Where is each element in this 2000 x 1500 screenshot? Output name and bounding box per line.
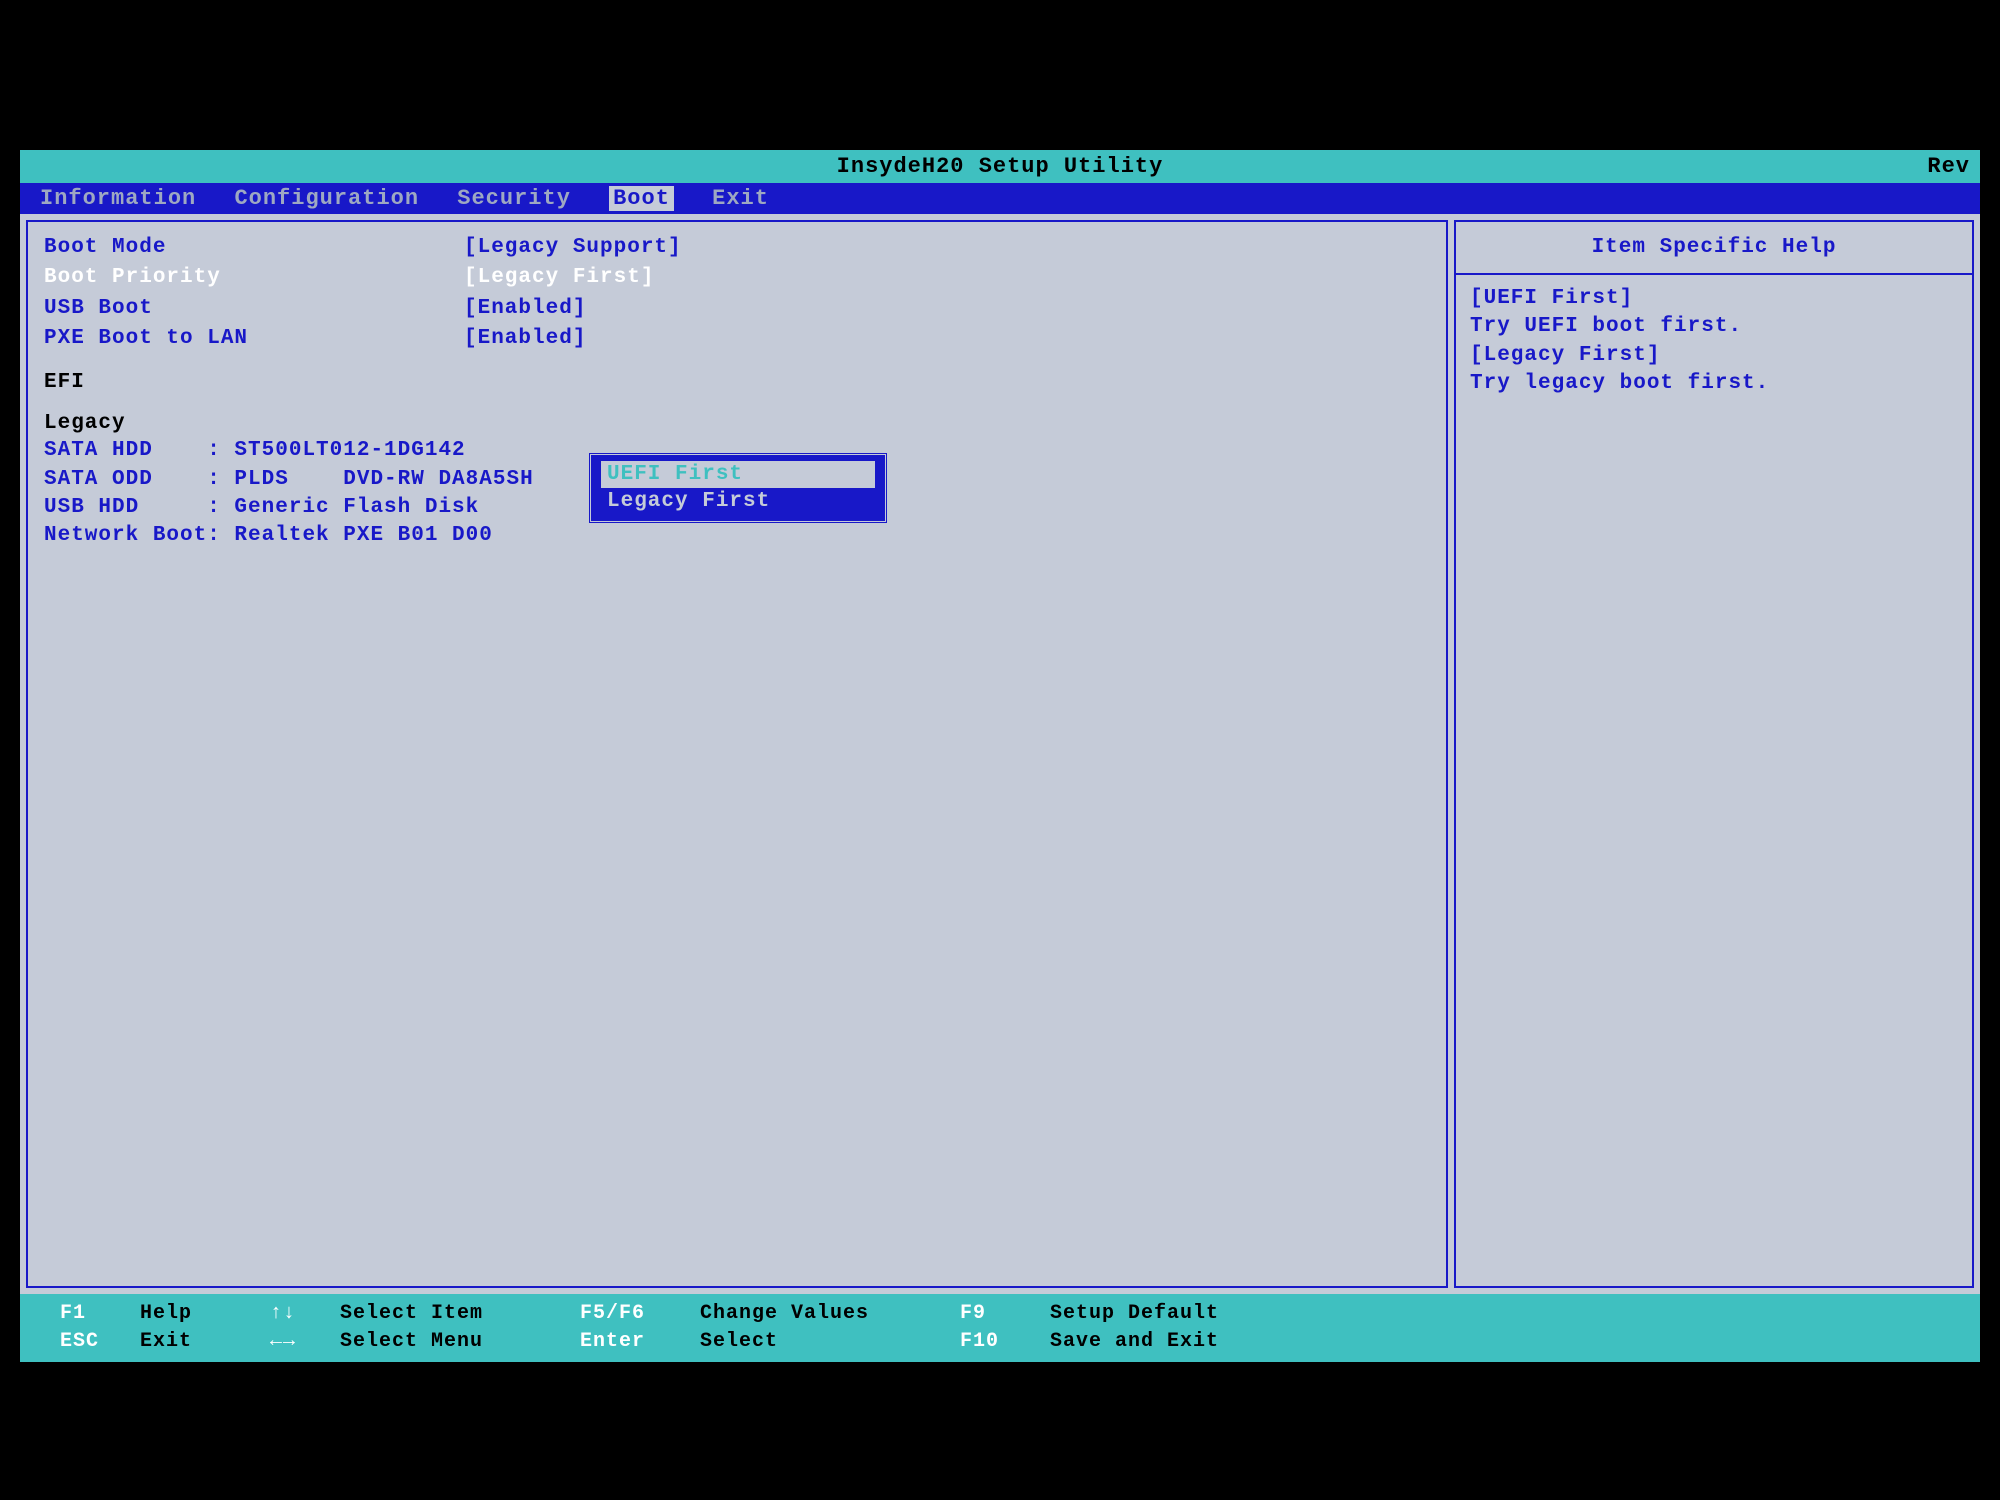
- section-legacy: Legacy: [44, 412, 1430, 435]
- menu-boot[interactable]: Boot: [609, 186, 674, 211]
- help-line: [UEFI First]: [1470, 285, 1958, 313]
- revision-label: Rev: [1927, 154, 1970, 179]
- key-f10: F10: [960, 1328, 999, 1356]
- setting-usb-boot[interactable]: USB Boot [Enabled]: [44, 295, 1430, 323]
- help-line: [Legacy First]: [1470, 342, 1958, 370]
- body-area: Boot Mode [Legacy Support] Boot Priority…: [20, 214, 1980, 1294]
- menu-security[interactable]: Security: [457, 186, 571, 211]
- setting-label: Boot Mode: [44, 234, 464, 262]
- setting-value: [Legacy First]: [464, 264, 654, 292]
- setting-label: Boot Priority: [44, 264, 464, 292]
- key-f1: F1: [60, 1300, 86, 1328]
- label-setup-default: Setup Default: [1050, 1300, 1940, 1328]
- label-exit: Exit: [140, 1328, 270, 1356]
- setting-value: [Enabled]: [464, 295, 586, 323]
- key-esc: ESC: [60, 1328, 99, 1356]
- help-title: Item Specific Help: [1454, 220, 1974, 273]
- boot-priority-popup[interactable]: UEFI First Legacy First: [588, 452, 888, 524]
- main-panel: Boot Mode [Legacy Support] Boot Priority…: [26, 220, 1448, 1288]
- device-network-boot[interactable]: Network Boot: Realtek PXE B01 D00: [44, 522, 1430, 550]
- setting-label: PXE Boot to LAN: [44, 325, 464, 353]
- key-enter: Enter: [580, 1328, 645, 1356]
- setting-value: [Legacy Support]: [464, 234, 682, 262]
- popup-option-legacy-first[interactable]: Legacy First: [601, 488, 875, 515]
- setting-boot-priority[interactable]: Boot Priority [Legacy First]: [44, 264, 1430, 292]
- popup-option-uefi-first[interactable]: UEFI First: [601, 461, 875, 488]
- key-f9: F9: [960, 1300, 986, 1328]
- bios-screen: InsydeH20 Setup Utility Rev Information …: [20, 150, 1980, 1350]
- setting-boot-mode[interactable]: Boot Mode [Legacy Support]: [44, 234, 1430, 262]
- footer-bar: F1 Help ↑↓ Select Item F5/F6 Change Valu…: [20, 1294, 1980, 1362]
- key-f5f6: F5/F6: [580, 1300, 645, 1328]
- help-panel: Item Specific Help [UEFI First] Try UEFI…: [1454, 220, 1974, 1288]
- title-bar: InsydeH20 Setup Utility Rev: [20, 150, 1980, 183]
- utility-title: InsydeH20 Setup Utility: [837, 154, 1164, 179]
- key-leftright: ←→: [270, 1328, 296, 1356]
- menu-information[interactable]: Information: [40, 186, 196, 211]
- label-select-item: Select Item: [340, 1300, 580, 1328]
- footer-row-2: ESC Exit ←→ Select Menu Enter Select F10…: [60, 1328, 1940, 1356]
- menu-bar[interactable]: Information Configuration Security Boot …: [20, 183, 1980, 214]
- help-body: [UEFI First] Try UEFI boot first. [Legac…: [1454, 273, 1974, 1288]
- label-change-values: Change Values: [700, 1300, 960, 1328]
- setting-label: USB Boot: [44, 295, 464, 323]
- footer-row-1: F1 Help ↑↓ Select Item F5/F6 Change Valu…: [60, 1300, 1940, 1328]
- help-line: Try legacy boot first.: [1470, 370, 1958, 398]
- section-efi: EFI: [44, 371, 1430, 394]
- key-updown: ↑↓: [270, 1300, 296, 1328]
- label-help: Help: [140, 1300, 270, 1328]
- setting-value: [Enabled]: [464, 325, 586, 353]
- label-save-exit: Save and Exit: [1050, 1328, 1940, 1356]
- label-select-menu: Select Menu: [340, 1328, 580, 1356]
- menu-configuration[interactable]: Configuration: [234, 186, 419, 211]
- setting-pxe-boot[interactable]: PXE Boot to LAN [Enabled]: [44, 325, 1430, 353]
- label-select: Select: [700, 1328, 960, 1356]
- menu-exit[interactable]: Exit: [712, 186, 769, 211]
- help-line: Try UEFI boot first.: [1470, 313, 1958, 341]
